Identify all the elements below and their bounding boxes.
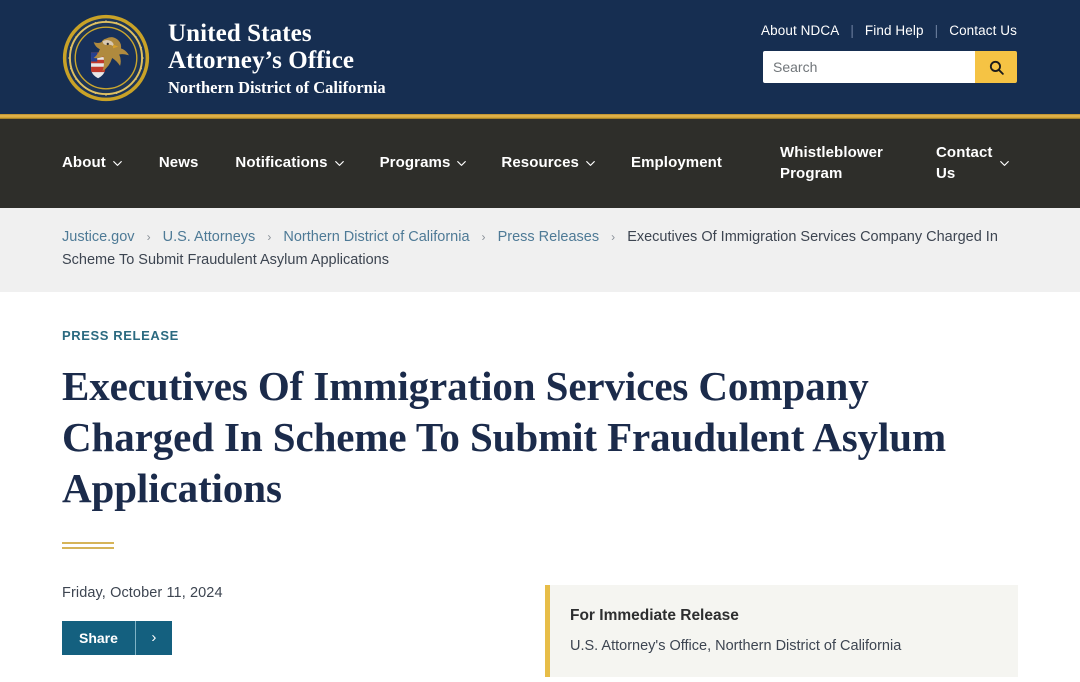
main-navigation: About News Notifications Programs Resour…: [0, 119, 1080, 208]
doj-seal-icon: [62, 14, 150, 102]
utility-link-about-ndca[interactable]: About NDCA: [761, 23, 839, 38]
article-content: PRESS RELEASE Executives Of Immigration …: [0, 328, 1080, 677]
utility-nav: About NDCA | Find Help | Contact Us: [761, 23, 1017, 38]
nav-item-about[interactable]: About: [62, 153, 122, 173]
nav-item-label: Notifications: [235, 154, 328, 172]
nav-item-whistleblower-program[interactable]: Whistleblower Program: [780, 143, 883, 184]
nav-item-label: News: [158, 154, 199, 172]
search-bar[interactable]: [763, 51, 1017, 83]
immediate-release-panel: For Immediate Release U.S. Attorney's Of…: [545, 584, 1018, 677]
chevron-down-icon: [334, 161, 344, 166]
chevron-right-icon: ›: [151, 629, 157, 647]
nav-item-label: Programs: [379, 154, 451, 172]
nav-item-notifications[interactable]: Notifications: [235, 153, 344, 173]
search-icon: [989, 60, 1004, 75]
share-button[interactable]: Share ›: [62, 620, 172, 655]
release-panel-office: U.S. Attorney's Office, Northern Distric…: [570, 637, 902, 654]
chevron-down-icon: [112, 161, 122, 166]
breadcrumb-link-us-attorneys[interactable]: U.S. Attorneys: [163, 229, 256, 245]
breadcrumb-band: Justice.gov › U.S. Attorneys › Northern …: [0, 208, 1080, 293]
nav-item-programs[interactable]: Programs: [380, 153, 467, 173]
gold-double-rule-divider: [62, 541, 114, 549]
utility-link-contact-us[interactable]: Contact Us: [949, 23, 1017, 38]
publication-date: Friday, October 11, 2024: [62, 584, 223, 601]
breadcrumb-chevron-icon: ›: [267, 230, 272, 244]
brand-line-1: United States: [168, 20, 312, 48]
article-meta-row: Friday, October 11, 2024 Share › For Imm…: [62, 584, 1018, 677]
chevron-down-icon: [999, 161, 1009, 167]
nav-item-employment[interactable]: Employment: [631, 153, 722, 173]
utility-link-find-help[interactable]: Find Help: [865, 23, 924, 38]
release-panel-title: For Immediate Release: [570, 606, 739, 624]
nav-item-news[interactable]: News: [159, 153, 199, 173]
breadcrumb-chevron-icon: ›: [611, 230, 616, 244]
site-brand[interactable]: United States Attorney’s Office Northern…: [62, 14, 386, 102]
chevron-down-icon: [457, 161, 467, 166]
breadcrumb-link-press-releases[interactable]: Press Releases: [498, 229, 600, 245]
brand-line-3: Northern District of California: [168, 78, 386, 98]
breadcrumb: Justice.gov › U.S. Attorneys › Northern …: [62, 226, 1018, 272]
breadcrumb-chevron-icon: ›: [481, 230, 486, 244]
page-title: Executives Of Immigration Services Compa…: [62, 363, 947, 512]
nav-item-contact-us[interactable]: Contact Us: [936, 143, 1009, 184]
breadcrumb-link-northern-district-of-california[interactable]: Northern District of California: [283, 229, 469, 245]
nav-item-resources[interactable]: Resources: [501, 153, 595, 173]
search-input[interactable]: [763, 51, 975, 83]
article-meta-left: Friday, October 11, 2024 Share ›: [62, 585, 545, 677]
brand-wordmark: United States Attorney’s Office Northern…: [168, 19, 386, 98]
nav-item-label: Contact Us: [936, 144, 993, 182]
chevron-down-icon: [586, 161, 595, 166]
nav-item-label: Whistleblower Program: [780, 144, 883, 182]
nav-item-label: Employment: [631, 154, 723, 172]
brand-line-2: Attorney’s Office: [168, 46, 355, 74]
breadcrumb-chevron-icon: ›: [146, 230, 151, 244]
search-submit-button[interactable]: [975, 51, 1017, 83]
breadcrumb-link-justice-gov[interactable]: Justice.gov: [62, 229, 135, 245]
nav-item-label: About: [62, 154, 106, 172]
share-button-label: Share: [62, 620, 136, 655]
site-header: United States Attorney’s Office Northern…: [0, 0, 1080, 114]
nav-item-label: Resources: [501, 154, 579, 172]
content-type-label: PRESS RELEASE: [62, 328, 179, 344]
utility-separator: |: [934, 23, 939, 38]
utility-separator: |: [850, 23, 854, 38]
